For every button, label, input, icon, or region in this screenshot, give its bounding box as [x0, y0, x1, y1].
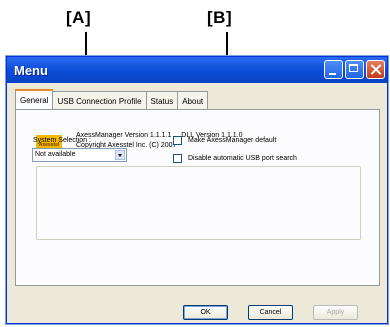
tab-strip: General USB Connection Profile Status Ab… — [15, 89, 209, 111]
disable-usb-search-label: Disable automatic USB port search — [188, 155, 297, 162]
tab-status[interactable]: Status — [145, 91, 179, 110]
window-title: Menu — [14, 62, 48, 78]
disable-usb-search-checkbox[interactable] — [173, 154, 182, 163]
disable-usb-search-option[interactable]: Disable automatic USB port search — [173, 154, 297, 163]
title-bar[interactable]: Menu — [7, 57, 387, 83]
chevron-down-icon[interactable] — [115, 150, 125, 160]
system-selection-label: System Selection : — [33, 137, 91, 144]
make-default-label: Make AxessManager default — [188, 137, 277, 144]
ok-button[interactable]: OK — [183, 305, 228, 320]
make-default-checkbox[interactable] — [173, 136, 182, 145]
cancel-button[interactable]: Cancel — [248, 305, 293, 320]
close-button[interactable] — [366, 60, 385, 79]
tab-usb-connection-profile[interactable]: USB Connection Profile — [52, 91, 147, 110]
apply-button[interactable]: Apply — [313, 305, 358, 320]
callout-a-label: [A] — [66, 8, 92, 27]
tab-general[interactable]: General — [15, 89, 54, 111]
system-selection-dropdown[interactable]: Not available — [32, 148, 127, 162]
callout-b-label: [B] — [207, 8, 233, 27]
settings-groupbox — [36, 166, 361, 240]
maximize-button[interactable] — [345, 60, 364, 79]
menu-dialog: Menu General USB Connection Profile Stat… — [6, 56, 388, 324]
minimize-button[interactable] — [324, 60, 343, 79]
make-default-option[interactable]: Make AxessManager default — [173, 136, 276, 145]
system-selection-value: Not available — [35, 151, 76, 158]
tab-about[interactable]: About — [177, 91, 209, 110]
